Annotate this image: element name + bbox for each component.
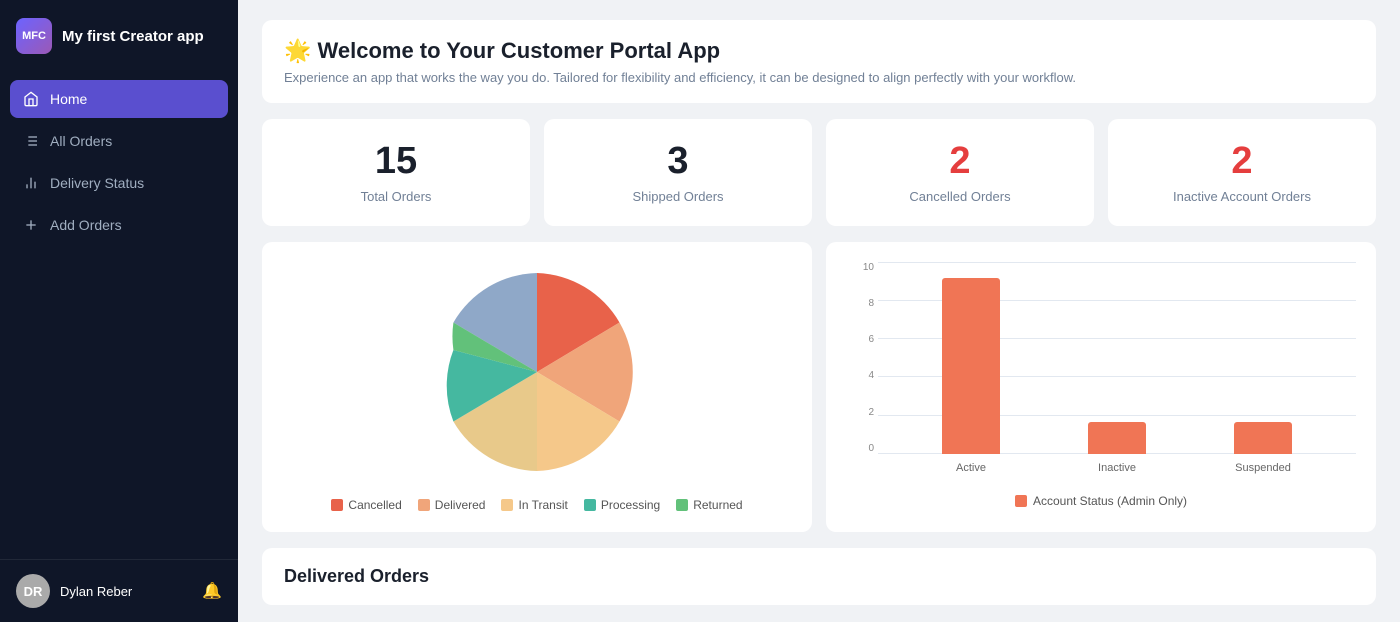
processing-dot	[584, 499, 596, 511]
y-label-6: 6	[868, 334, 874, 345]
stat-card-cancelled: 2 Cancelled Orders	[826, 119, 1094, 226]
sidebar: MFC My first Creator app Home All Orders…	[0, 0, 238, 622]
delivered-dot	[418, 499, 430, 511]
y-label-8: 8	[868, 298, 874, 309]
inactive-orders-value: 2	[1126, 141, 1358, 183]
cancelled-orders-value: 2	[844, 141, 1076, 183]
legend-item-processing: Processing	[584, 498, 660, 512]
pie-container: Cancelled Delivered In Transit Processin…	[282, 262, 792, 512]
pie-legend: Cancelled Delivered In Transit Processin…	[331, 498, 742, 512]
returned-label: Returned	[693, 498, 742, 512]
legend-item-in-transit: In Transit	[501, 498, 567, 512]
y-label-4: 4	[868, 370, 874, 381]
bar-label-suspended: Suspended	[1234, 462, 1292, 474]
legend-item-delivered: Delivered	[418, 498, 486, 512]
total-orders-value: 15	[280, 141, 512, 183]
stats-grid: 15 Total Orders 3 Shipped Orders 2 Cance…	[262, 119, 1376, 226]
bar-legend-dot	[1015, 495, 1027, 507]
main-content: 🌟 Welcome to Your Customer Portal App Ex…	[238, 0, 1400, 622]
bar-label-active: Active	[942, 462, 1000, 474]
avatar: DR	[16, 574, 50, 608]
in-transit-label: In Transit	[518, 498, 567, 512]
bar-group-inactive	[1088, 422, 1146, 454]
home-icon	[22, 90, 40, 108]
cancelled-orders-label: Cancelled Orders	[844, 189, 1076, 204]
sidebar-item-delivery-status[interactable]: Delivery Status	[10, 164, 228, 202]
sidebar-nav: Home All Orders Delivery Status Add Orde…	[0, 72, 238, 559]
welcome-title: 🌟 Welcome to Your Customer Portal App	[284, 38, 1354, 64]
bar-legend-label: Account Status (Admin Only)	[1033, 494, 1187, 508]
pie-chart	[427, 262, 647, 482]
sidebar-item-home[interactable]: Home	[10, 80, 228, 118]
bar-suspended	[1234, 422, 1292, 454]
legend-item-cancelled: Cancelled	[331, 498, 401, 512]
bar-label-inactive: Inactive	[1088, 462, 1146, 474]
delivered-orders-title: Delivered Orders	[284, 566, 1354, 587]
shipped-orders-value: 3	[562, 141, 794, 183]
legend-item-returned: Returned	[676, 498, 742, 512]
bar-active	[942, 278, 1000, 454]
user-name: Dylan Reber	[60, 584, 132, 599]
cancelled-label: Cancelled	[348, 498, 401, 512]
sidebar-header: MFC My first Creator app	[0, 0, 238, 72]
sidebar-item-add-orders[interactable]: Add Orders	[10, 206, 228, 244]
bar-chart-legend: Account Status (Admin Only)	[846, 494, 1356, 508]
sidebar-item-all-orders[interactable]: All Orders	[10, 122, 228, 160]
processing-label: Processing	[601, 498, 660, 512]
inactive-orders-label: Inactive Account Orders	[1126, 189, 1358, 204]
charts-row: Cancelled Delivered In Transit Processin…	[262, 242, 1376, 532]
bar-inactive	[1088, 422, 1146, 454]
stat-card-shipped: 3 Shipped Orders	[544, 119, 812, 226]
delivered-orders-section: Delivered Orders	[262, 548, 1376, 605]
welcome-section: 🌟 Welcome to Your Customer Portal App Ex…	[262, 20, 1376, 103]
cancelled-dot	[331, 499, 343, 511]
total-orders-label: Total Orders	[280, 189, 512, 204]
sidebar-footer: DR Dylan Reber 🔔	[0, 559, 238, 622]
sidebar-item-add-orders-label: Add Orders	[50, 217, 122, 233]
sidebar-item-delivery-status-label: Delivery Status	[50, 175, 144, 191]
notification-bell-icon[interactable]: 🔔	[202, 581, 222, 601]
bar-chart-container: 10 8 6 4 2 0	[846, 262, 1356, 508]
app-logo: MFC	[16, 18, 52, 54]
in-transit-dot	[501, 499, 513, 511]
pie-chart-card: Cancelled Delivered In Transit Processin…	[262, 242, 812, 532]
sidebar-user: DR Dylan Reber	[16, 574, 132, 608]
shipped-orders-label: Shipped Orders	[562, 189, 794, 204]
stat-card-total: 15 Total Orders	[262, 119, 530, 226]
y-label-2: 2	[868, 407, 874, 418]
delivered-label: Delivered	[435, 498, 486, 512]
sidebar-item-all-orders-label: All Orders	[50, 133, 112, 149]
bar-chart-card: 10 8 6 4 2 0	[826, 242, 1376, 532]
list-icon	[22, 132, 40, 150]
chart-icon	[22, 174, 40, 192]
plus-icon	[22, 216, 40, 234]
sidebar-item-home-label: Home	[50, 91, 87, 107]
bar-group-active	[942, 278, 1000, 454]
stat-card-inactive: 2 Inactive Account Orders	[1108, 119, 1376, 226]
app-name: My first Creator app	[62, 28, 204, 45]
y-label-0: 0	[868, 443, 874, 454]
bar-group-suspended	[1234, 422, 1292, 454]
welcome-subtitle: Experience an app that works the way you…	[284, 70, 1354, 85]
y-label-10: 10	[863, 262, 874, 273]
returned-dot	[676, 499, 688, 511]
